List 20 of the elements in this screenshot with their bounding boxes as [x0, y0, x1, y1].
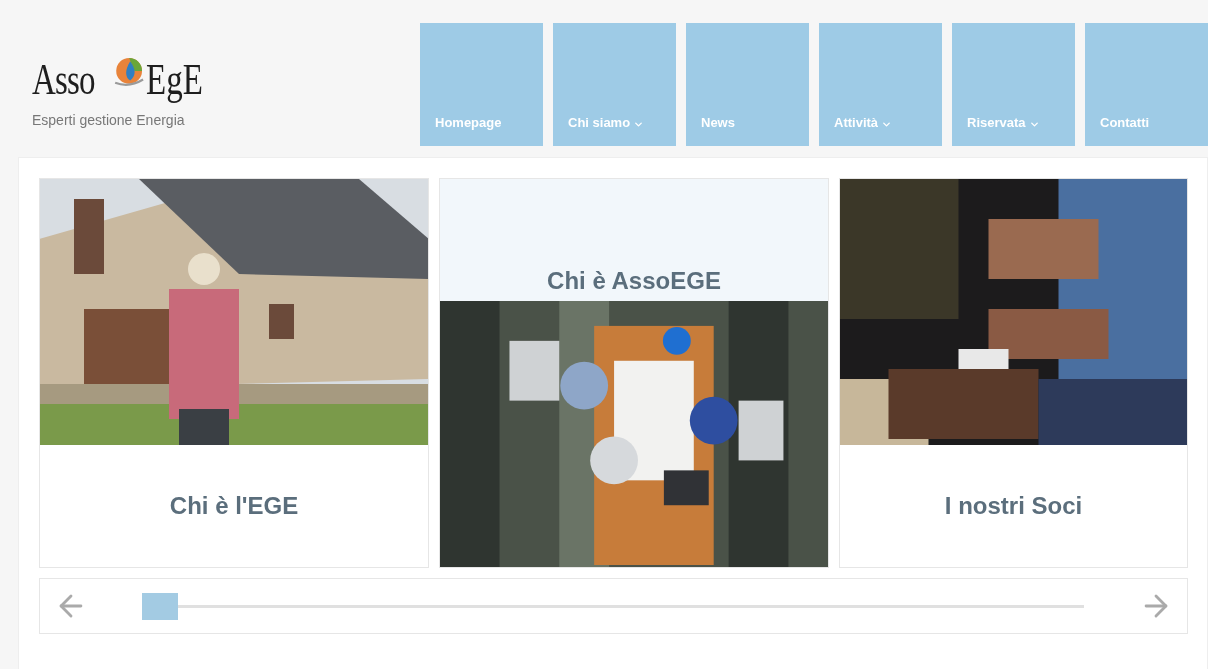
nav-tile[interactable]: News: [686, 23, 809, 146]
nav-tile[interactable]: Contatti: [1085, 23, 1208, 146]
carousel-card[interactable]: Chi è AssoEGE: [439, 178, 829, 568]
chevron-down-icon: [881, 119, 893, 130]
card-title: Chi è AssoEGE: [547, 266, 721, 296]
nav-tile[interactable]: Attività: [819, 23, 942, 146]
logo-tagline: Esperti gestione Energia: [32, 111, 186, 130]
nav-tile[interactable]: Chi siamo: [553, 23, 676, 146]
card-title: Chi è l'EGE: [169, 491, 299, 521]
scrollbar[interactable]: [142, 592, 1084, 620]
logo-text: EgE: [146, 58, 204, 102]
carousel-card[interactable]: I nostri Soci: [839, 178, 1188, 568]
scrollbar-thumb[interactable]: [142, 592, 178, 620]
card-title: I nostri Soci: [944, 491, 1083, 521]
nav-tile[interactable]: Riservata: [952, 23, 1075, 146]
chevron-down-icon: [633, 119, 645, 130]
chevron-down-icon: [1028, 119, 1040, 130]
nav-tile[interactable]: Homepage: [420, 23, 543, 146]
logo[interactable]: Asso EgE Esperti gestione Energia: [32, 36, 222, 131]
carousel-card[interactable]: Chi è l'EGE: [39, 178, 429, 568]
